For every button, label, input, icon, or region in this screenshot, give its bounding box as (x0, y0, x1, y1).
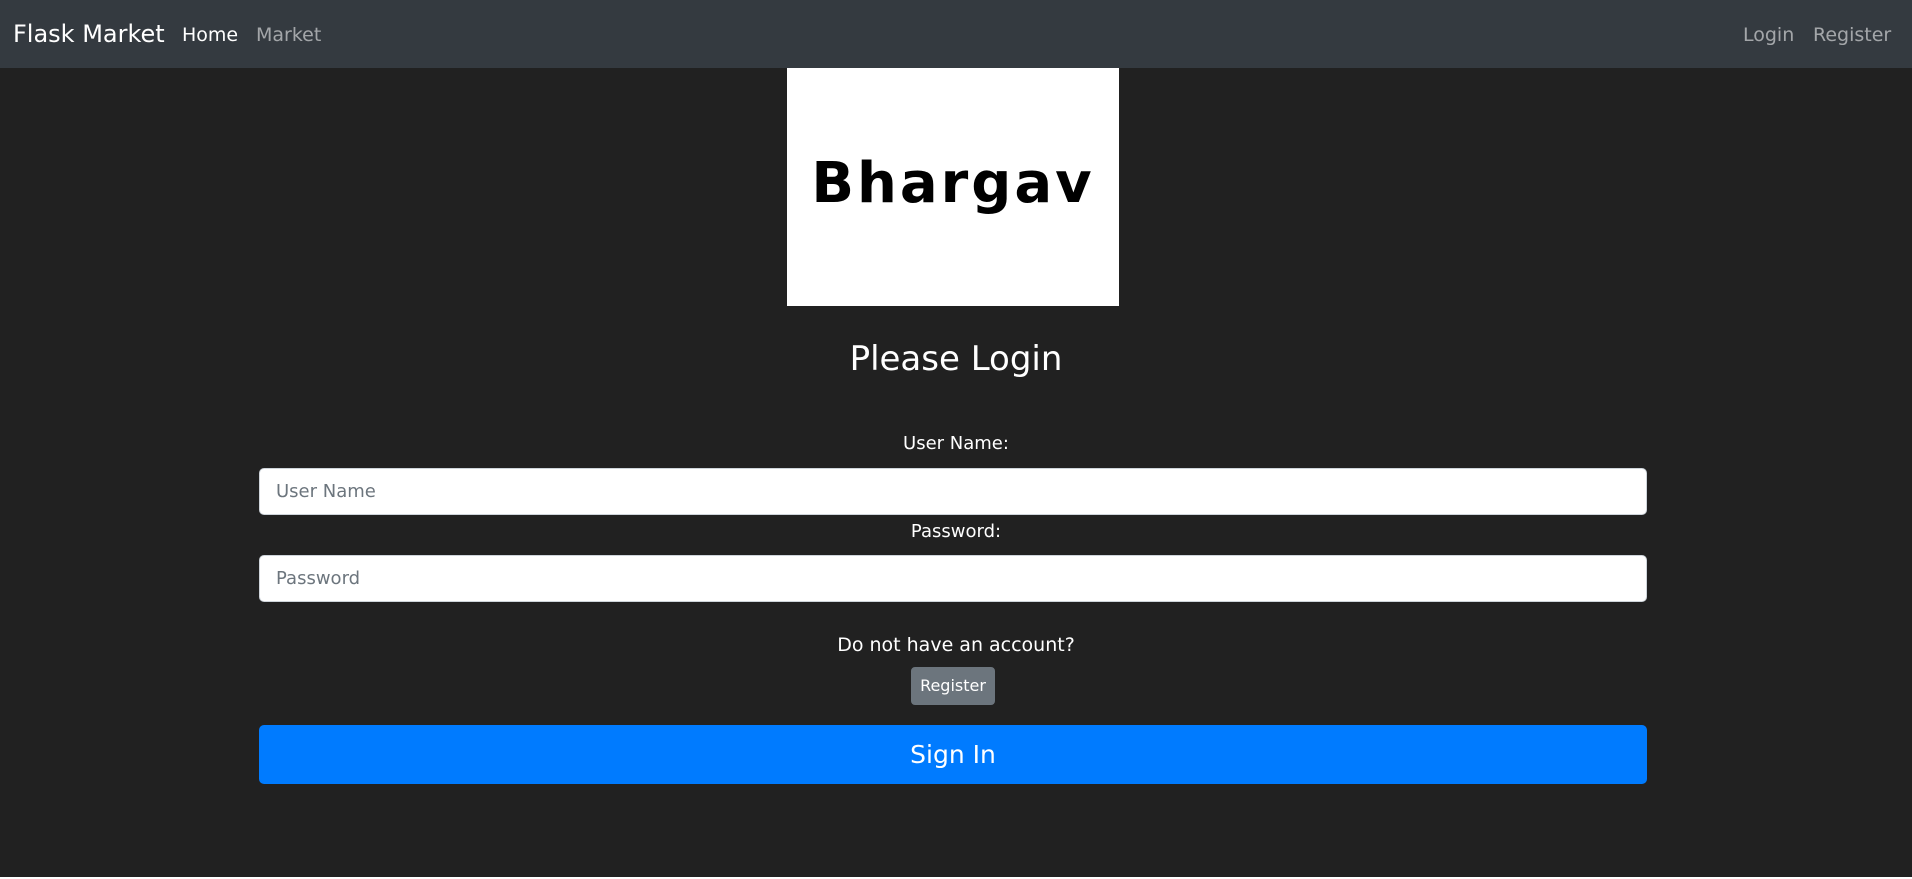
nav-link-register[interactable]: Register (1813, 23, 1891, 47)
page-background: Flask Market Home Market Login Register … (0, 0, 1912, 877)
register-button[interactable]: Register (911, 667, 995, 705)
nav-link-login[interactable]: Login (1743, 23, 1794, 47)
brand-logo: Bhargav (787, 68, 1119, 306)
no-account-text: Do not have an account? (837, 634, 1075, 656)
nav-link-home[interactable]: Home (182, 23, 238, 47)
username-input[interactable] (259, 468, 1647, 515)
nav-link-market[interactable]: Market (256, 23, 321, 47)
page-title: Please Login (849, 339, 1063, 379)
brand-logo-text: Bhargav (811, 151, 1094, 216)
navbar: Flask Market Home Market Login Register (0, 0, 1912, 68)
navbar-brand[interactable]: Flask Market (13, 19, 165, 49)
password-input[interactable] (259, 555, 1647, 602)
password-label: Password: (910, 521, 1002, 542)
username-label: User Name: (903, 433, 1009, 454)
sign-in-button[interactable]: Sign In (259, 725, 1647, 784)
brand-logo-wordmark: Bhargav (811, 151, 1094, 216)
